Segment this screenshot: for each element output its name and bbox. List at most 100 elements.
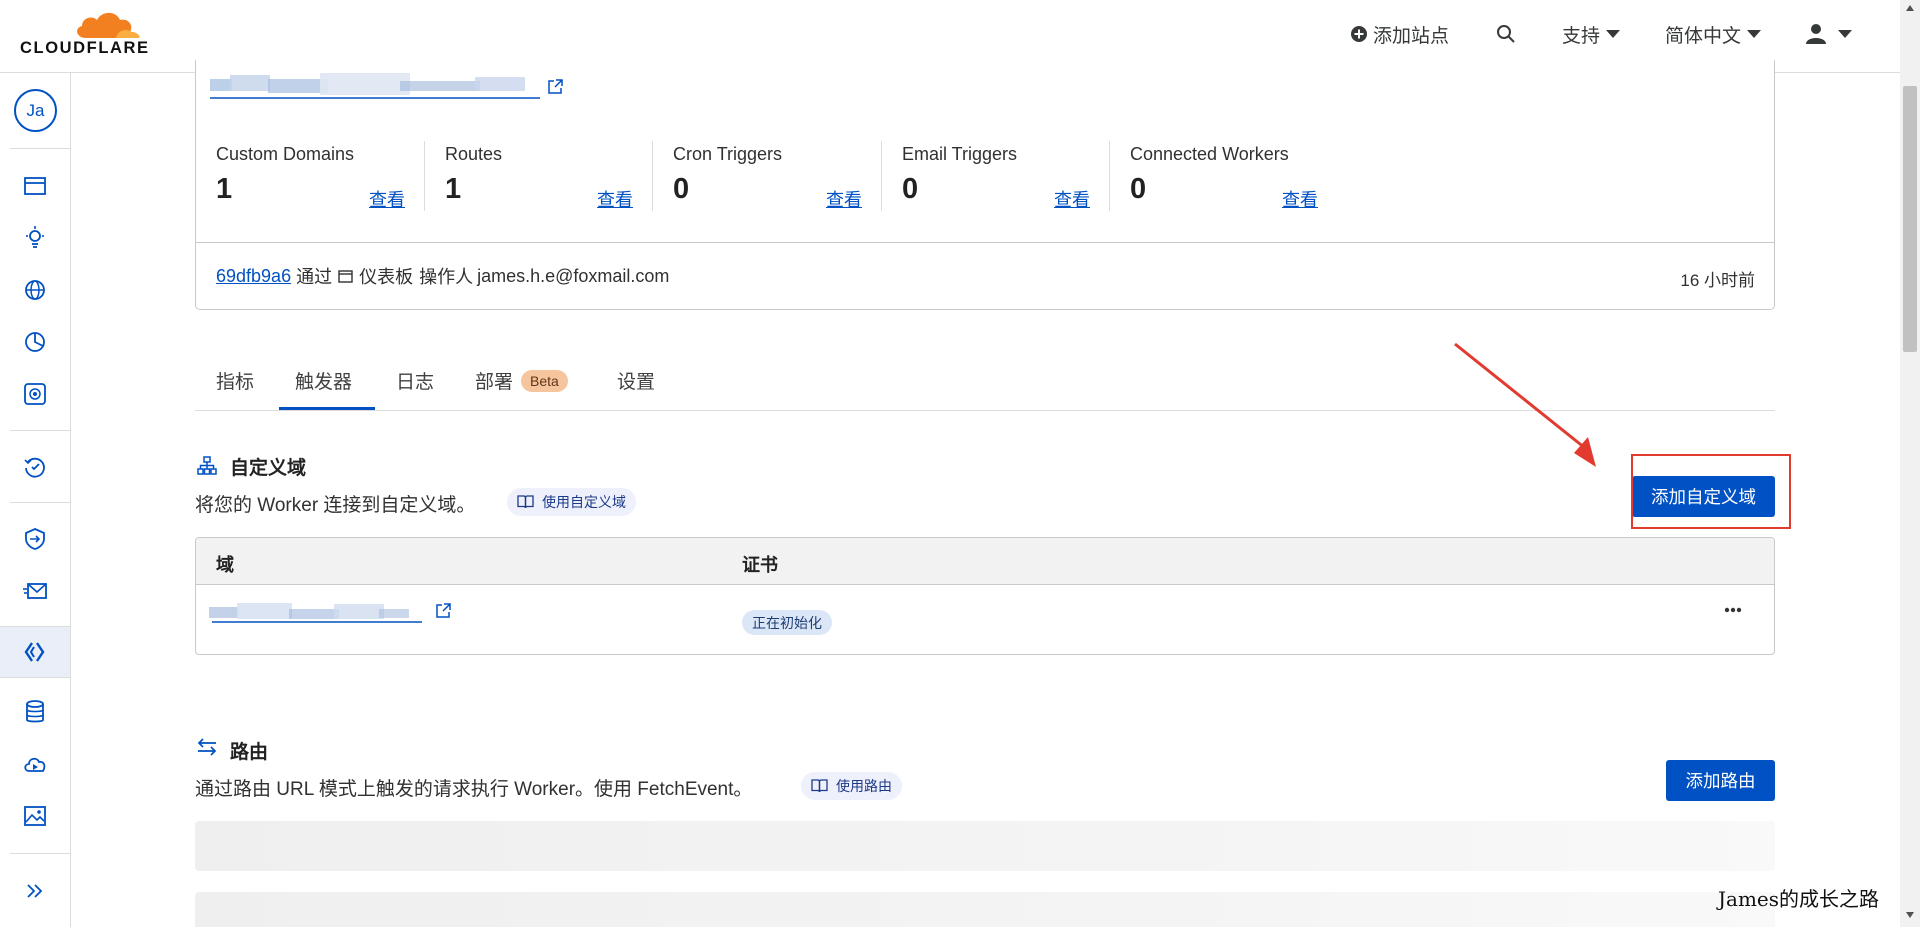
scroll-down-icon bbox=[1906, 912, 1914, 918]
sidebar-item-domains[interactable] bbox=[0, 267, 70, 313]
column-header-certificate: 证书 bbox=[742, 555, 778, 575]
tab-triggers[interactable]: 触发器 bbox=[295, 367, 352, 394]
tab-label: 日志 bbox=[396, 372, 435, 393]
more-horizontal-icon bbox=[1724, 607, 1742, 613]
docs-link-label: 使用路由 bbox=[836, 778, 892, 794]
cloudflare-logo[interactable]: CLOUDFLARE bbox=[20, 8, 156, 60]
tab-deployments[interactable]: 部署 Beta bbox=[475, 367, 568, 394]
stat-label: Routes bbox=[445, 144, 503, 164]
sidebar: Ja bbox=[0, 73, 71, 927]
sidebar-divider bbox=[10, 430, 70, 431]
view-email-triggers-link[interactable]: 查看 bbox=[1054, 186, 1090, 212]
sidebar-item-security-center[interactable] bbox=[0, 371, 70, 417]
stat-divider bbox=[1109, 141, 1110, 211]
sidebar-item-zero-trust[interactable] bbox=[0, 516, 70, 562]
stat-label: Connected Workers bbox=[1130, 144, 1289, 164]
annotation-highlight-box bbox=[1631, 454, 1791, 529]
view-connected-workers-link[interactable]: 查看 bbox=[1282, 186, 1318, 212]
watermark-text: James的成长之路 bbox=[1718, 887, 1880, 911]
commit-hash-link[interactable]: 69dfb9a6 bbox=[216, 266, 291, 287]
image-icon bbox=[24, 806, 46, 826]
sidebar-item-images[interactable] bbox=[0, 793, 70, 839]
tab-metrics[interactable]: 指标 bbox=[216, 367, 254, 394]
external-link-icon[interactable] bbox=[436, 603, 451, 618]
tab-label: 指标 bbox=[216, 372, 255, 393]
cloud-logo-icon bbox=[77, 12, 140, 38]
stat-value: 0 bbox=[673, 173, 690, 205]
operator-email: james.h.e@foxmail.com bbox=[477, 265, 670, 286]
add-site-button[interactable]: 添加站点 bbox=[1351, 20, 1449, 48]
stat-divider bbox=[881, 141, 882, 211]
stat-email-triggers: Email Triggers 0 查看 bbox=[902, 141, 1092, 211]
operator-label: 操作人 bbox=[419, 267, 474, 287]
view-custom-domains-link[interactable]: 查看 bbox=[369, 186, 405, 212]
tab-label: 部署 bbox=[475, 372, 514, 393]
sidebar-item-email[interactable] bbox=[0, 568, 70, 614]
globe-icon bbox=[25, 280, 45, 300]
stat-cron-triggers: Cron Triggers 0 查看 bbox=[673, 141, 863, 211]
sidebar-divider bbox=[10, 148, 70, 149]
column-header-domain: 域 bbox=[216, 555, 234, 575]
sidebar-expand-button[interactable] bbox=[0, 868, 70, 914]
sidebar-item-analytics[interactable] bbox=[0, 319, 70, 365]
source-label: 仪表板 bbox=[359, 267, 414, 287]
search-icon bbox=[1497, 25, 1515, 43]
deploy-time: 16 小时前 bbox=[1680, 271, 1755, 290]
stat-label: Custom Domains bbox=[216, 144, 355, 164]
domain-link[interactable] bbox=[209, 601, 424, 625]
book-icon bbox=[811, 779, 828, 793]
sidebar-divider bbox=[10, 502, 70, 503]
table-header: 域 证书 bbox=[196, 538, 1774, 585]
chevron-double-right-icon bbox=[27, 884, 43, 898]
chevron-down-icon bbox=[1747, 30, 1762, 38]
support-label: 支持 bbox=[1562, 25, 1601, 47]
stat-connected-workers: Connected Workers 0 查看 bbox=[1130, 141, 1330, 211]
chevron-down-icon bbox=[1606, 30, 1621, 38]
stat-value: 1 bbox=[216, 173, 233, 205]
loading-skeleton bbox=[195, 892, 1775, 927]
search-button[interactable] bbox=[1496, 20, 1516, 48]
routes-docs-link[interactable]: 使用路由 bbox=[801, 772, 902, 800]
scroll-up-icon bbox=[1906, 5, 1914, 11]
sidebar-item-storage[interactable] bbox=[0, 689, 70, 735]
sidebar-item-discover[interactable] bbox=[0, 215, 70, 261]
plus-circle-icon bbox=[1351, 26, 1367, 42]
worker-url-link[interactable] bbox=[210, 73, 540, 101]
loading-skeleton bbox=[195, 821, 1775, 871]
sidebar-item-workers[interactable] bbox=[0, 627, 70, 677]
external-link-icon[interactable] bbox=[548, 79, 563, 94]
stat-label: Email Triggers bbox=[902, 144, 1018, 164]
sidebar-item-websites[interactable] bbox=[0, 163, 70, 209]
beta-badge: Beta bbox=[521, 369, 568, 392]
book-icon bbox=[517, 495, 534, 509]
stat-routes: Routes 1 查看 bbox=[445, 141, 635, 211]
radar-icon bbox=[24, 383, 46, 405]
support-menu[interactable]: 支持 bbox=[1562, 20, 1621, 48]
routes-description: 通过路由 URL 模式上触发的请求执行 Worker。使用 FetchEvent… bbox=[195, 779, 753, 800]
tab-logs[interactable]: 日志 bbox=[396, 367, 434, 394]
custom-domains-table: 域 证书 正在初始化 bbox=[195, 537, 1775, 655]
annotation-arrow-icon bbox=[1454, 342, 1596, 467]
sidebar-divider bbox=[10, 853, 70, 854]
scrollbar-thumb[interactable] bbox=[1903, 86, 1917, 352]
stat-value: 1 bbox=[445, 173, 462, 205]
deployment-info: 69dfb9a6 通过 仪表板 操作人 james.h.e@foxmail.co… bbox=[216, 263, 669, 289]
stat-custom-domains: Custom Domains 1 查看 bbox=[216, 141, 406, 211]
add-site-label: 添加站点 bbox=[1373, 25, 1450, 47]
custom-domains-docs-link[interactable]: 使用自定义域 bbox=[507, 488, 636, 516]
account-menu[interactable] bbox=[1806, 20, 1852, 48]
sidebar-item-stream[interactable] bbox=[0, 741, 70, 787]
avatar[interactable]: Ja bbox=[14, 89, 57, 132]
certificate-status-badge: 正在初始化 bbox=[742, 610, 832, 635]
add-route-button[interactable]: 添加路由 bbox=[1666, 760, 1775, 801]
row-actions-menu[interactable] bbox=[1724, 607, 1742, 613]
stat-divider bbox=[652, 141, 653, 211]
stat-value: 0 bbox=[902, 173, 919, 205]
routes-title: 路由 bbox=[230, 742, 269, 763]
language-menu[interactable]: 简体中文 bbox=[1665, 20, 1762, 48]
view-routes-link[interactable]: 查看 bbox=[597, 186, 633, 212]
view-cron-triggers-link[interactable]: 查看 bbox=[826, 186, 862, 212]
custom-domains-description: 将您的 Worker 连接到自定义域。 bbox=[195, 495, 476, 516]
tab-settings[interactable]: 设置 bbox=[617, 367, 655, 394]
sidebar-item-trace[interactable] bbox=[0, 444, 70, 490]
